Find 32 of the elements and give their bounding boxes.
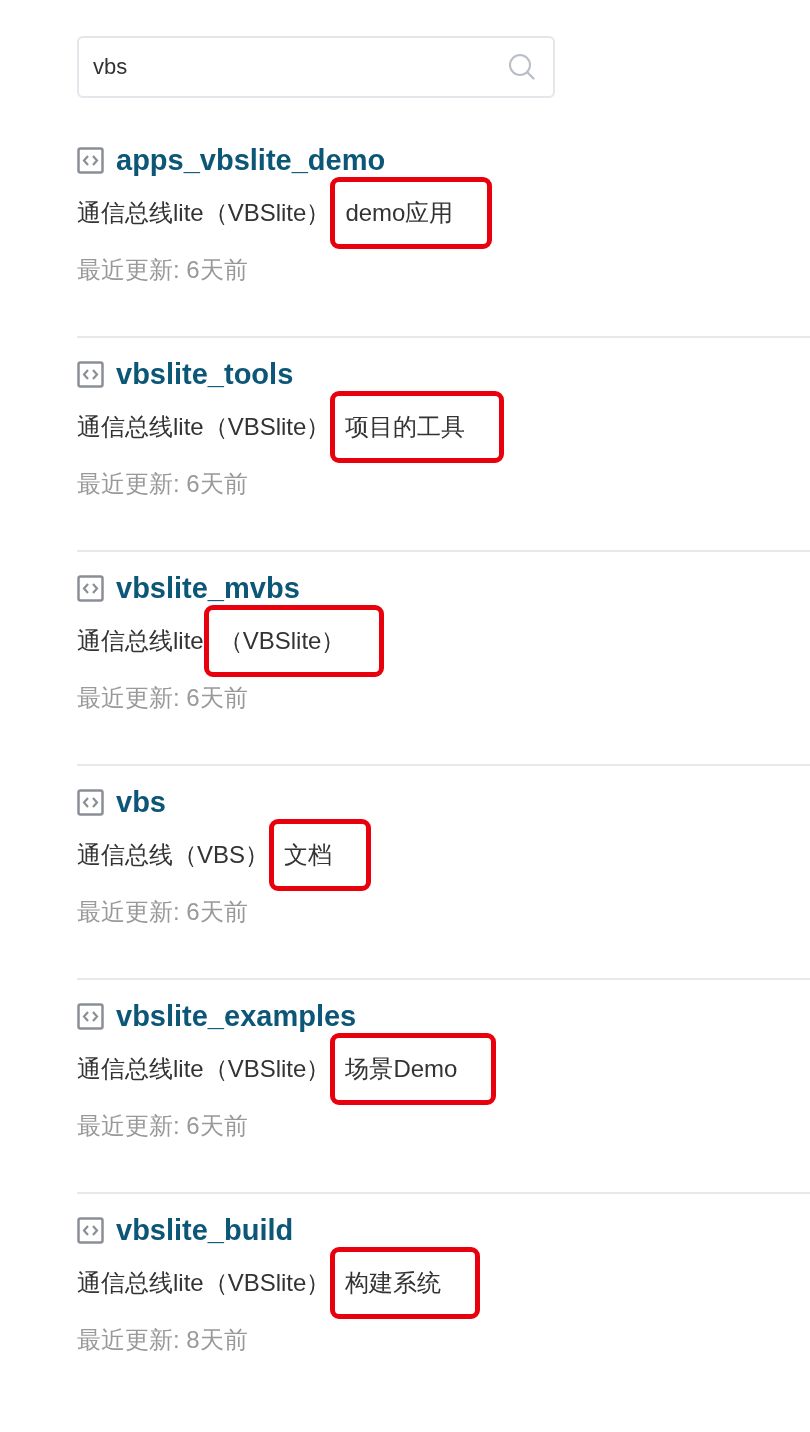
highlight-annotation: 构建系统 (330, 1247, 481, 1319)
repo-description: 通信总线lite (77, 626, 204, 656)
highlight-annotation: 文档 (269, 819, 372, 891)
search-icon[interactable] (507, 52, 537, 82)
code-icon (77, 788, 104, 816)
repo-description: 通信总线lite（VBSlite） (77, 1268, 331, 1298)
update-time: 最近更新: 6天前 (77, 897, 248, 927)
repo-title[interactable]: vbslite_tools (116, 357, 294, 391)
code-icon (77, 574, 104, 602)
repo-description: 通信总线lite（VBSlite） (77, 1054, 331, 1084)
repo-title[interactable]: apps_vbslite_demo (116, 143, 386, 177)
update-time: 最近更新: 6天前 (77, 683, 248, 713)
repo-description: 通信总线lite（VBSlite） (77, 412, 331, 442)
repo-description: 通信总线（VBS） (77, 840, 270, 870)
update-time: 最近更新: 6天前 (77, 1111, 248, 1141)
highlight-annotation: 场景Demo (330, 1033, 497, 1105)
code-icon (77, 360, 104, 388)
repo-description: 通信总线lite（VBSlite） (77, 198, 331, 228)
repo-title[interactable]: vbslite_build (116, 1213, 294, 1247)
highlight-annotation: demo应用 (330, 177, 493, 249)
update-time: 最近更新: 8天前 (77, 1325, 248, 1355)
code-icon (77, 146, 104, 174)
code-icon (77, 1216, 104, 1244)
update-time: 最近更新: 6天前 (77, 469, 248, 499)
repo-title[interactable]: vbslite_examples (116, 999, 357, 1033)
update-time: 最近更新: 6天前 (77, 255, 248, 285)
repo-title[interactable]: vbs (116, 785, 166, 819)
repo-title[interactable]: vbslite_mvbs (116, 571, 300, 605)
highlight-annotation: 项目的工具 (330, 391, 505, 463)
code-icon (77, 1002, 104, 1030)
search-field[interactable]: vbs (77, 36, 555, 98)
highlight-annotation: （VBSlite） (203, 605, 385, 677)
